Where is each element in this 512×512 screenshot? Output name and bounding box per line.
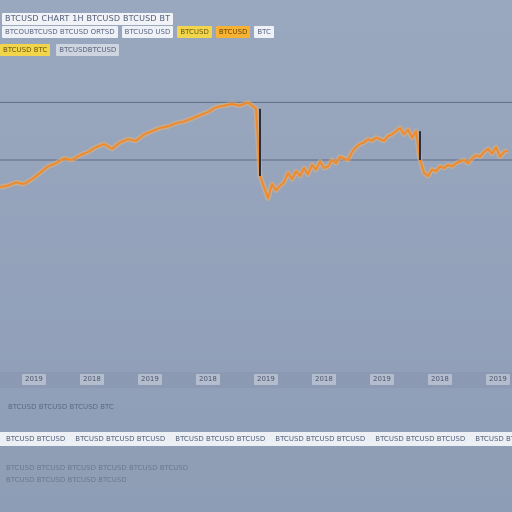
footer-bar: BTCUSD BTCUSD BTCUSD BTCUSD BTCUSD BTCUSD … — [0, 432, 512, 446]
footer-line-2: BTCUSD BTCUSD BTCUSD BTCUSD BTCUSD BTCUS… — [6, 464, 189, 472]
x-tick-label: 2019 — [22, 374, 46, 385]
footer-item[interactable]: BTCUSD BTCUSD BTCUSD — [375, 435, 465, 443]
x-tick-label: 2018 — [428, 374, 452, 385]
chart-note: BTCUSD BTCUSD BTCUSD BTC — [8, 403, 114, 411]
footer-item[interactable]: BTCUSD BTCUSD — [475, 435, 512, 443]
x-tick-label: 2018 — [312, 374, 336, 385]
footer-item[interactable]: BTCUSD BTCUSD — [6, 435, 65, 443]
x-tick-label: 2018 — [196, 374, 220, 385]
footer-line-3: BTCUSD BTCUSD BTCUSD BTCUSD — [6, 476, 127, 484]
x-tick-label: 2019 — [370, 374, 394, 385]
x-tick-label: 2019 — [486, 374, 510, 385]
x-tick-label: 2018 — [80, 374, 104, 385]
series-glow — [0, 99, 509, 201]
footer-panel: BTCUSD BTCUSD BTCUSD BTCUSD BTCUSD BTCUS… — [0, 448, 512, 488]
footer-item[interactable]: BTCUSD BTCUSD BTCUSD — [175, 435, 265, 443]
footer-item[interactable]: BTCUSD BTCUSD BTCUSD — [75, 435, 165, 443]
x-tick-label: 2019 — [254, 374, 278, 385]
footer-item[interactable]: BTCUSD BTCUSD BTCUSD — [275, 435, 365, 443]
x-tick-label: 2019 — [138, 374, 162, 385]
